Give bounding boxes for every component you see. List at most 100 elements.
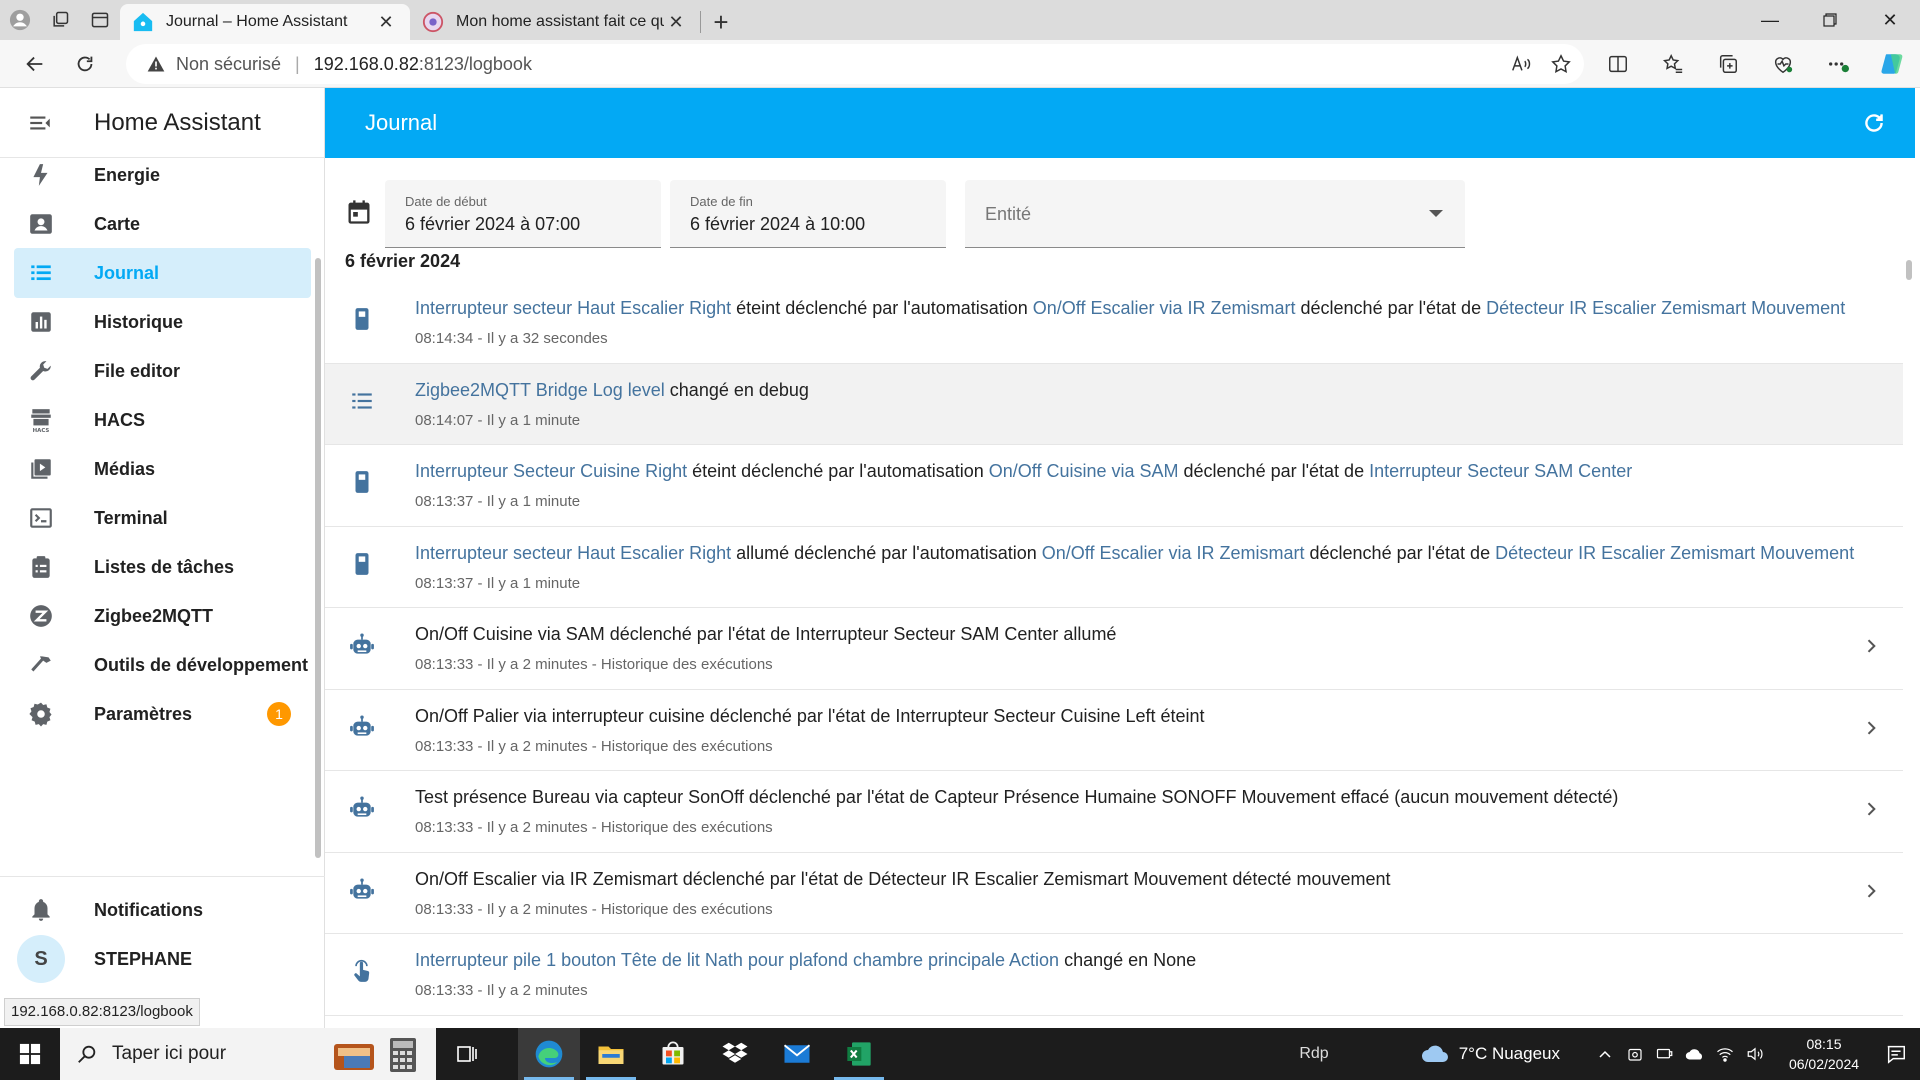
log-entry: Interrupteur secteur Haut Escalier Right… xyxy=(325,527,1903,608)
sidebar-item-zigbee2mqtt[interactable]: Zigbee2MQTT xyxy=(14,591,311,641)
log-text: déclenché par l'état de xyxy=(1304,542,1496,563)
show-hidden-icons-icon[interactable] xyxy=(1590,1046,1620,1062)
close-tab-icon[interactable]: ✕ xyxy=(664,10,688,34)
taskbar-clock[interactable]: 08:15 06/02/2024 xyxy=(1776,1034,1872,1074)
task-view-icon[interactable] xyxy=(436,1028,498,1080)
start-date-value: 6 février 2024 à 07:00 xyxy=(405,214,581,234)
maximize-icon[interactable] xyxy=(1800,0,1860,40)
sidebar-item-listes-de-taches[interactable]: Listes de tâches xyxy=(14,542,311,592)
new-tab-icon[interactable]: + xyxy=(701,4,741,40)
sidebar-item-label: Carte xyxy=(94,213,141,234)
sidebar-item-parametres[interactable]: Paramètres 1 xyxy=(14,689,311,739)
minimize-icon[interactable]: — xyxy=(1740,0,1800,40)
sidebar-item-user[interactable]: S STEPHANE xyxy=(14,934,311,984)
camera-icon[interactable] xyxy=(1620,1045,1650,1063)
sidebar-item-notifications[interactable]: Notifications xyxy=(14,885,311,935)
sidebar-scrollbar[interactable] xyxy=(315,173,321,863)
tab-title: Journal – Home Assistant xyxy=(166,13,348,30)
mail-icon[interactable] xyxy=(766,1028,828,1080)
chevron-right-icon[interactable] xyxy=(1861,799,1881,819)
status-url-tooltip: 192.168.0.82:8123/logbook xyxy=(4,998,200,1026)
sidebar-item-energie[interactable]: Energie xyxy=(14,158,311,200)
dropbox-icon[interactable] xyxy=(704,1028,766,1080)
onedrive-icon[interactable] xyxy=(1680,1046,1710,1062)
refresh-icon[interactable] xyxy=(1861,110,1887,136)
log-entry: Interrupteur Secteur Cuisine Right étein… xyxy=(325,445,1903,527)
entity-link[interactable]: On/Off Escalier via IR Zemismart xyxy=(1042,543,1305,563)
wifi-icon[interactable] xyxy=(1710,1045,1740,1063)
url-text[interactable]: 192.168.0.82:8123/logbook xyxy=(314,54,532,75)
logbook-scrollbar-thumb[interactable] xyxy=(1906,260,1912,280)
log-entry[interactable]: On/Off Cuisine via SAM déclenché par l'é… xyxy=(325,608,1903,690)
entity-link[interactable]: Interrupteur Secteur Cuisine Right xyxy=(415,461,687,481)
start-date-field[interactable]: Date de début 6 février 2024 à 07:00 xyxy=(385,180,661,248)
split-screen-icon[interactable] xyxy=(1590,40,1645,88)
rdp-label[interactable]: Rdp xyxy=(1299,1045,1328,1063)
tab-actions-icon[interactable] xyxy=(80,0,120,40)
entity-link[interactable]: Détecteur IR Escalier Zemismart Mouvemen… xyxy=(1486,298,1845,318)
read-aloud-icon[interactable] xyxy=(1510,53,1532,75)
end-date-field[interactable]: Date de fin 6 février 2024 à 10:00 xyxy=(670,180,946,248)
chevron-right-icon[interactable] xyxy=(1861,718,1881,738)
security-label[interactable]: Non sécurisé xyxy=(176,54,281,75)
windows-start-icon[interactable] xyxy=(0,1028,60,1080)
browser-essentials-icon[interactable] xyxy=(1755,40,1810,88)
favorite-star-icon[interactable] xyxy=(1550,53,1572,75)
taskbar-search[interactable]: Taper ici pour xyxy=(60,1028,436,1080)
sidebar-item-journal[interactable]: Journal xyxy=(14,248,311,298)
address-divider: | xyxy=(295,53,300,74)
workspaces-icon[interactable] xyxy=(40,0,80,40)
log-entry[interactable]: On/Off Escalier via IR Zemismart déclenc… xyxy=(325,853,1903,934)
sidebar-item-file-editor[interactable]: File editor xyxy=(14,346,311,396)
copilot-icon[interactable] xyxy=(1865,40,1920,88)
microsoft-store-icon[interactable] xyxy=(642,1028,704,1080)
log-entry[interactable]: On/Off Palier via interrupteur cuisine d… xyxy=(325,690,1903,771)
sidebar-item-outils-de-developpement[interactable]: Outils de développement xyxy=(14,640,311,690)
more-options-icon[interactable] xyxy=(1810,40,1865,88)
sidebar-item-label: Listes de tâches xyxy=(94,556,235,577)
favorites-icon[interactable] xyxy=(1645,40,1700,88)
zigbee-icon xyxy=(14,603,68,629)
sidebar-item-label: Energie xyxy=(94,164,161,185)
entity-link[interactable]: Interrupteur secteur Haut Escalier Right xyxy=(415,298,731,318)
entity-link[interactable]: Interrupteur Secteur SAM Center xyxy=(1369,461,1632,481)
collections-icon[interactable] xyxy=(1700,40,1755,88)
logbook-scrollbar[interactable] xyxy=(1903,246,1915,998)
volume-icon[interactable] xyxy=(1740,1045,1770,1063)
log-message: On/Off Cuisine via SAM déclenché par l'é… xyxy=(415,624,1116,645)
sidebar-item-terminal[interactable]: Terminal xyxy=(14,493,311,543)
edge-taskbar-icon[interactable] xyxy=(518,1028,580,1080)
battery-icon[interactable] xyxy=(1650,1045,1680,1063)
sidebar-scrollbar-thumb[interactable] xyxy=(315,258,321,858)
entity-link[interactable]: On/Off Cuisine via SAM xyxy=(989,461,1179,481)
sidebar-item-carte[interactable]: Carte xyxy=(14,199,311,249)
chevron-right-icon[interactable] xyxy=(1861,636,1881,656)
entity-link[interactable]: Interrupteur secteur Haut Escalier Right xyxy=(415,543,731,563)
sidebar-item-medias[interactable]: Médias xyxy=(14,444,311,494)
calendar-icon[interactable] xyxy=(345,198,373,226)
reload-icon[interactable] xyxy=(60,44,110,84)
chevron-right-icon[interactable] xyxy=(1861,881,1881,901)
entity-link[interactable]: Zigbee2MQTT Bridge Log level xyxy=(415,380,665,400)
entity-link[interactable]: On/Off Escalier via IR Zemismart xyxy=(1033,298,1296,318)
chevron-down-icon[interactable] xyxy=(1429,210,1443,217)
sidebar-item-historique[interactable]: Historique xyxy=(14,297,311,347)
weather-widget[interactable]: 7°C Nuageux xyxy=(1419,1042,1560,1066)
excel-icon[interactable] xyxy=(828,1028,890,1080)
file-explorer-icon[interactable] xyxy=(580,1028,642,1080)
log-entry[interactable]: Test présence Bureau via capteur SonOff … xyxy=(325,771,1903,853)
back-icon[interactable] xyxy=(10,44,60,84)
tab-journal[interactable]: Journal – Home Assistant ✕ xyxy=(120,4,410,40)
close-tab-icon[interactable]: ✕ xyxy=(374,10,398,34)
entity-link[interactable]: Interrupteur pile 1 bouton Tête de lit N… xyxy=(415,950,1059,970)
tab-forum[interactable]: Mon home assistant fait ce qu'il veut ✕ xyxy=(410,4,700,40)
close-window-icon[interactable]: ✕ xyxy=(1860,0,1920,40)
entity-picker[interactable]: Entité xyxy=(965,180,1465,248)
profile-icon[interactable] xyxy=(0,0,40,40)
entity-link[interactable]: Détecteur IR Escalier Zemismart Mouvemen… xyxy=(1495,543,1854,563)
menu-collapse-icon[interactable] xyxy=(0,110,80,136)
address-bar[interactable]: Non sécurisé | 192.168.0.82:8123/logbook xyxy=(126,44,1584,84)
sidebar-item-hacs[interactable]: HACS HACS xyxy=(14,395,311,445)
warning-icon[interactable] xyxy=(146,54,166,74)
action-center-icon[interactable] xyxy=(1872,1043,1920,1065)
